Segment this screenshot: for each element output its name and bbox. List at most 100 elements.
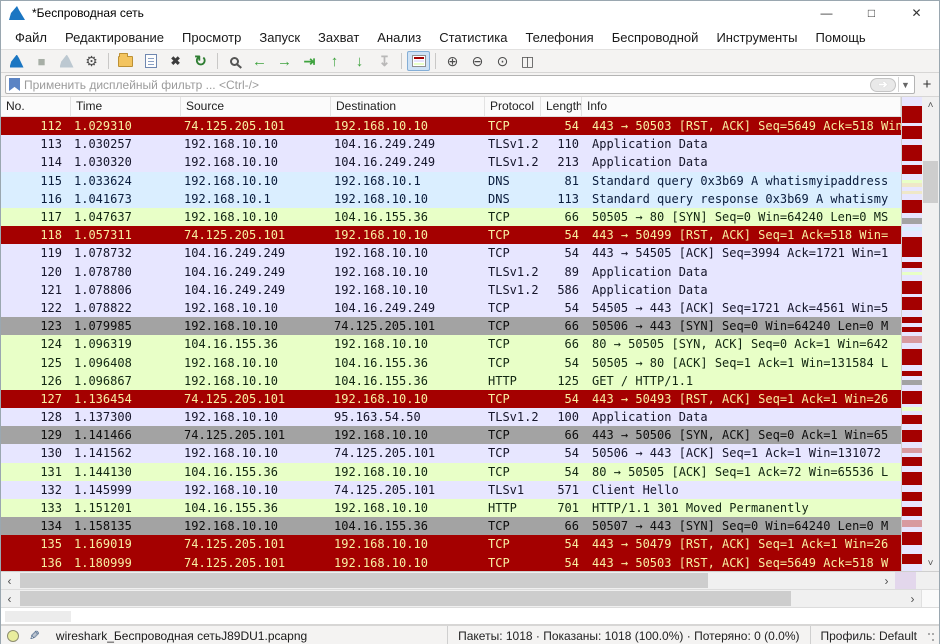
filter-dropdown-caret-icon[interactable]: ▼ xyxy=(898,77,912,92)
go-first-packet-button[interactable]: ↑ xyxy=(323,51,346,71)
resize-columns-button[interactable]: ◫ xyxy=(516,51,539,71)
packet-row-117[interactable]: 1171.047637192.168.10.10104.16.155.36TCP… xyxy=(1,208,901,226)
vertical-scroll-track[interactable] xyxy=(922,113,939,555)
go-to-packet-button[interactable]: ⇥ xyxy=(298,51,321,71)
cell-protocol: TCP xyxy=(485,337,541,351)
column-header-protocol[interactable]: Protocol xyxy=(485,97,541,116)
capture-options-button[interactable]: ⚙ xyxy=(80,51,103,71)
filter-bookmark-icon[interactable] xyxy=(9,78,20,91)
profile-selector[interactable]: Профиль: Default xyxy=(811,626,926,644)
save-file-button[interactable] xyxy=(139,51,162,71)
scroll-right-arrow2-icon[interactable]: › xyxy=(904,590,921,607)
colorize-button[interactable] xyxy=(407,51,430,71)
resize-grip[interactable] xyxy=(925,630,935,642)
scroll-left-arrow-icon[interactable]: ‹ xyxy=(1,572,18,589)
cell-info: 80 → 50505 [ACK] Seq=1 Ack=72 Win=65536 … xyxy=(582,465,901,479)
cell-no: 113 xyxy=(1,137,71,151)
scroll-right-arrow-icon[interactable]: › xyxy=(878,572,895,589)
column-header-source[interactable]: Source xyxy=(181,97,331,116)
horizontal-scroll-thumb[interactable] xyxy=(20,573,708,588)
minimize-button[interactable]: — xyxy=(804,1,849,25)
packet-row-119[interactable]: 1191.078732104.16.249.249192.168.10.10TC… xyxy=(1,244,901,262)
column-header-info[interactable]: Info xyxy=(582,97,901,116)
horizontal-scroll-track2[interactable] xyxy=(18,590,904,607)
scroll-down-arrow-icon[interactable]: ˅ xyxy=(922,555,939,571)
column-header-length[interactable]: Length xyxy=(541,97,582,116)
zoom-normal-button[interactable]: ⊙ xyxy=(491,51,514,71)
packet-row-129[interactable]: 1291.14146674.125.205.101192.168.10.10TC… xyxy=(1,426,901,444)
minimap-stripe xyxy=(902,507,922,516)
packet-row-135[interactable]: 1351.16901974.125.205.101192.168.10.10TC… xyxy=(1,535,901,553)
packet-row-118[interactable]: 1181.05731174.125.205.101192.168.10.10TC… xyxy=(1,226,901,244)
packet-row-126[interactable]: 1261.096867192.168.10.10104.16.155.36HTT… xyxy=(1,372,901,390)
menu-item-анализ[interactable]: Анализ xyxy=(369,27,429,48)
auto-scroll-button[interactable]: ↧ xyxy=(373,51,396,71)
packet-row-127[interactable]: 1271.13645474.125.205.101192.168.10.10TC… xyxy=(1,390,901,408)
zoom-out-button[interactable]: ⊖ xyxy=(466,51,489,71)
start-capture-button[interactable] xyxy=(5,51,28,71)
close-button[interactable]: ✕ xyxy=(894,1,939,25)
packet-row-130[interactable]: 1301.141562192.168.10.1074.125.205.101TC… xyxy=(1,444,901,462)
packet-row-122[interactable]: 1221.078822192.168.10.10104.16.249.249TC… xyxy=(1,299,901,317)
intelligent-scrollbar-minimap[interactable] xyxy=(901,97,922,571)
apply-filter-button[interactable]: ➔ xyxy=(870,78,896,92)
menu-item-телефония[interactable]: Телефония xyxy=(517,27,601,48)
packet-row-115[interactable]: 1151.033624192.168.10.10192.168.10.1DNS8… xyxy=(1,172,901,190)
menu-item-файл[interactable]: Файл xyxy=(7,27,55,48)
packet-row-133[interactable]: 1331.151201104.16.155.36192.168.10.10HTT… xyxy=(1,499,901,517)
go-forward-button[interactable]: → xyxy=(273,51,296,71)
packet-row-123[interactable]: 1231.079985192.168.10.1074.125.205.101TC… xyxy=(1,317,901,335)
packet-row-136[interactable]: 1361.18099974.125.205.101192.168.10.10TC… xyxy=(1,554,901,572)
scroll-left-arrow2-icon[interactable]: ‹ xyxy=(1,590,18,607)
find-packet-button[interactable] xyxy=(223,51,246,71)
column-header-no[interactable]: No. xyxy=(1,97,71,116)
display-filter-input[interactable] xyxy=(24,78,870,92)
go-back-button[interactable]: ← xyxy=(248,51,271,71)
horizontal-scrollbar-list[interactable]: ‹ › xyxy=(1,572,939,590)
capture-comment-icon[interactable]: ✎ xyxy=(29,628,40,644)
menu-item-запуск[interactable]: Запуск xyxy=(251,27,308,48)
close-file-button[interactable]: ✖ xyxy=(164,51,187,71)
horizontal-scrollbar-secondary[interactable]: ‹ › xyxy=(1,590,939,608)
column-header-time[interactable]: Time xyxy=(71,97,181,116)
menu-item-просмотр[interactable]: Просмотр xyxy=(174,27,249,48)
packet-row-120[interactable]: 1201.078780104.16.249.249192.168.10.10TL… xyxy=(1,263,901,281)
menu-item-помощь[interactable]: Помощь xyxy=(808,27,874,48)
packet-row-112[interactable]: 1121.02931074.125.205.101192.168.10.10TC… xyxy=(1,117,901,135)
display-filter-field[interactable]: ➔ ▼ xyxy=(5,75,915,94)
restart-capture-button[interactable] xyxy=(55,51,78,71)
scroll-up-arrow-icon[interactable]: ˄ xyxy=(922,97,939,113)
open-file-button[interactable] xyxy=(114,51,137,71)
packet-row-124[interactable]: 1241.096319104.16.155.36192.168.10.10TCP… xyxy=(1,335,901,353)
reload-file-button[interactable]: ↻ xyxy=(189,51,212,71)
add-filter-button-button[interactable]: + xyxy=(919,76,935,94)
minimap-stripe xyxy=(902,126,922,139)
menu-item-захват[interactable]: Захват xyxy=(310,27,367,48)
expert-info-icon[interactable] xyxy=(7,630,19,642)
packet-row-131[interactable]: 1311.144130104.16.155.36192.168.10.10TCP… xyxy=(1,463,901,481)
go-last-packet-button[interactable]: ↓ xyxy=(348,51,371,71)
cell-time: 1.141562 xyxy=(71,446,181,460)
horizontal-scroll-track[interactable] xyxy=(18,572,878,589)
column-header-destination[interactable]: Destination xyxy=(331,97,485,116)
maximize-button[interactable]: □ xyxy=(849,1,894,25)
menu-item-статистика[interactable]: Статистика xyxy=(431,27,515,48)
vertical-scrollbar[interactable]: ˄ ˅ xyxy=(922,97,939,571)
packet-row-132[interactable]: 1321.145999192.168.10.1074.125.205.101TL… xyxy=(1,481,901,499)
packet-row-116[interactable]: 1161.041673192.168.10.1192.168.10.10DNS1… xyxy=(1,190,901,208)
vertical-scroll-thumb[interactable] xyxy=(923,161,938,203)
packet-row-134[interactable]: 1341.158135192.168.10.10104.16.155.36TCP… xyxy=(1,517,901,535)
packet-row-114[interactable]: 1141.030320192.168.10.10104.16.249.249TL… xyxy=(1,153,901,171)
collapsed-pane-handle[interactable] xyxy=(5,611,71,622)
zoom-in-button[interactable]: ⊕ xyxy=(441,51,464,71)
menu-item-беспроводной[interactable]: Беспроводной xyxy=(604,27,707,48)
horizontal-scroll-thumb2[interactable] xyxy=(20,591,791,606)
packet-row-113[interactable]: 1131.030257192.168.10.10104.16.249.249TL… xyxy=(1,135,901,153)
packet-row-121[interactable]: 1211.078806104.16.249.249192.168.10.10TL… xyxy=(1,281,901,299)
packet-row-128[interactable]: 1281.137300192.168.10.1095.163.54.50TLSv… xyxy=(1,408,901,426)
cell-protocol: TCP xyxy=(485,246,541,260)
menu-item-редактирование[interactable]: Редактирование xyxy=(57,27,172,48)
packet-row-125[interactable]: 1251.096408192.168.10.10104.16.155.36TCP… xyxy=(1,353,901,371)
stop-capture-button[interactable]: ■ xyxy=(30,51,53,71)
menu-item-инструменты[interactable]: Инструменты xyxy=(708,27,805,48)
